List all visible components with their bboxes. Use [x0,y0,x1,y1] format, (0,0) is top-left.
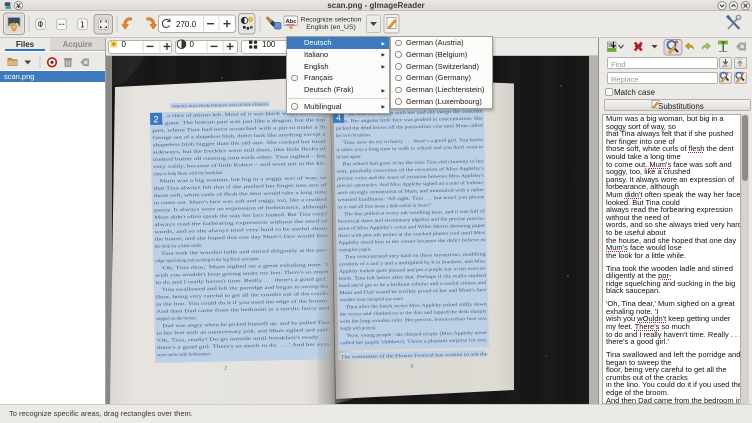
svg-text:caning her pupils.: caning her pupils. [338,248,372,254]
svg-text:the look for a little while.: the look for a little while. [155,244,203,250]
svg-text:2: 2 [154,114,159,124]
svg-text:tripped on the broom.: tripped on the broom. [156,316,197,322]
svg-text:4: 4 [336,112,341,122]
svg-text:bright with portent.: bright with portent. [340,326,376,332]
svg-text:her in to breakfast.: her in to breakfast. [336,133,371,139]
svg-text:be late again.': be late again.' [336,155,362,161]
